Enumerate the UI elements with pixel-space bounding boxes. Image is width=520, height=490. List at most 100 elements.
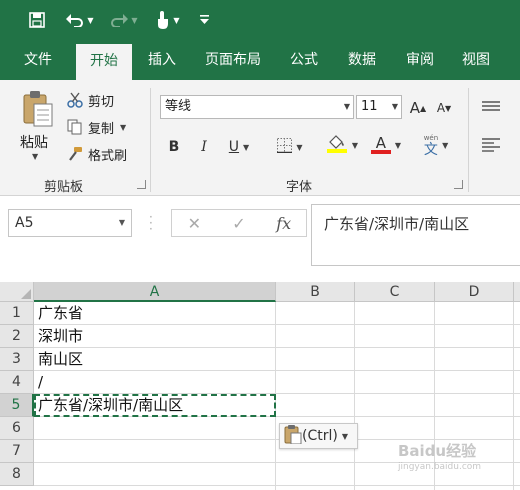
italic-button[interactable]: I <box>194 136 214 158</box>
tab-data[interactable]: 数据 <box>338 40 386 80</box>
chevron-down-icon: ▼ <box>351 140 359 150</box>
paste-dropdown-icon[interactable]: ▼ <box>32 152 38 161</box>
column-header-c[interactable]: C <box>355 282 435 302</box>
row-header-1[interactable]: 1 <box>0 302 34 325</box>
chevron-down-icon: ▼ <box>341 431 348 441</box>
font-color-icon: A <box>370 134 391 154</box>
group-divider <box>468 88 469 192</box>
gridline <box>34 370 520 371</box>
tab-home[interactable]: 开始 <box>76 44 132 80</box>
tab-view[interactable]: 视图 <box>452 40 500 80</box>
undo-icon[interactable]: ▼ <box>62 10 98 30</box>
shrink-font-button[interactable]: A ▼ <box>434 97 454 119</box>
tab-file[interactable]: 文件 <box>12 40 64 80</box>
formula-input[interactable]: 广东省/深圳市/南山区 <box>311 204 520 266</box>
phonetic-label: 文 <box>423 142 438 158</box>
grow-font-button[interactable]: A ▲ <box>408 97 428 119</box>
enter-icon[interactable]: ✓ <box>217 214 262 233</box>
row-header-6[interactable]: 6 <box>0 417 34 440</box>
formula-bar: A5 ▼ · · · ✕ ✓ fx 广东省/深圳市/南山区 <box>0 196 520 282</box>
cell-a4[interactable]: / <box>38 371 43 394</box>
align-left-icon[interactable] <box>482 138 500 156</box>
row-header-2[interactable]: 2 <box>0 325 34 348</box>
ribbon-tabs: 文件 开始 插入 页面布局 公式 数据 审阅 视图 <box>0 40 520 80</box>
row-header-8[interactable]: 8 <box>0 463 34 486</box>
tab-insert[interactable]: 插入 <box>138 40 186 80</box>
clipboard-group-label: 剪贴板 <box>44 180 84 195</box>
grow-font-label: A <box>409 99 421 117</box>
cut-button[interactable]: 剪切 <box>66 90 114 110</box>
format-painter-icon <box>66 145 84 163</box>
clipboard-launcher-icon[interactable] <box>137 180 146 189</box>
phonetic-button[interactable]: wén 文 ▼ <box>416 133 456 157</box>
borders-icon <box>277 137 293 157</box>
cancel-icon[interactable]: ✕ <box>172 214 217 233</box>
borders-button[interactable]: ▼ <box>270 136 310 158</box>
format-painter-label: 格式刷 <box>88 148 128 164</box>
copy-label: 复制 <box>88 121 115 137</box>
font-name-value: 等线 <box>165 99 192 114</box>
font-color-label: A <box>375 134 387 152</box>
caret-down-icon: ▼ <box>445 103 452 113</box>
quick-access-toolbar: ▼ ▼ ▼ <box>0 0 520 40</box>
column-header-e[interactable] <box>514 282 520 302</box>
row-header-5[interactable]: 5 <box>0 394 34 417</box>
select-all-button[interactable] <box>0 282 34 302</box>
copy-button[interactable]: 复制 ▼ <box>66 117 126 137</box>
name-box-value: A5 <box>15 215 34 231</box>
copy-icon <box>66 118 84 136</box>
gridline <box>34 485 520 486</box>
gridline <box>34 324 520 325</box>
column-header-d[interactable]: D <box>435 282 514 302</box>
cell-a3[interactable]: 南山区 <box>38 348 83 371</box>
row-header-7[interactable]: 7 <box>0 440 34 463</box>
paste-button[interactable]: 粘贴 <box>20 132 48 152</box>
insert-function-button[interactable]: fx <box>261 214 306 233</box>
chevron-down-icon: ▼ <box>118 218 125 227</box>
chevron-down-icon: ▼ <box>442 140 449 150</box>
paste-icon[interactable] <box>22 90 54 128</box>
watermark-url: jingyan.baidu.com <box>398 462 482 472</box>
ribbon-home: 粘贴 ▼ 剪切 复制 ▼ 格式刷 剪贴板 等线 ▼ 11 ▼ A ▲ A ▼ B I <box>0 80 520 196</box>
underline-button[interactable]: U ▼ <box>222 136 256 158</box>
shrink-font-label: A <box>436 101 446 115</box>
chevron-down-icon: ▼ <box>243 142 250 152</box>
column-header-b[interactable]: B <box>276 282 355 302</box>
row-header-4[interactable]: 4 <box>0 371 34 394</box>
align-top-icon[interactable] <box>482 100 500 115</box>
column-header-a[interactable]: A <box>34 282 276 302</box>
redo-icon[interactable]: ▼ <box>106 10 142 30</box>
watermark-logo: Baidu经验 <box>398 442 477 460</box>
customize-qat-icon[interactable] <box>196 10 212 30</box>
drag-handle-icon[interactable]: · · · <box>149 211 153 235</box>
name-box[interactable]: A5 ▼ <box>8 209 132 237</box>
font-color-button[interactable]: A ▼ <box>366 134 406 156</box>
tab-page-layout[interactable]: 页面布局 <box>196 40 270 80</box>
font-launcher-icon[interactable] <box>454 180 463 189</box>
paste-options-button[interactable]: (Ctrl) ▼ <box>279 423 358 449</box>
font-size-select[interactable]: 11 ▼ <box>356 95 402 119</box>
chevron-down-icon: ▼ <box>343 102 350 111</box>
phonetic-icon: wén 文 <box>424 133 438 157</box>
gridline <box>34 347 520 348</box>
group-divider <box>150 88 151 192</box>
cell-a1[interactable]: 广东省 <box>38 302 83 325</box>
save-icon[interactable] <box>26 10 48 30</box>
format-painter-button[interactable]: 格式刷 <box>66 144 127 164</box>
copy-dropdown-icon[interactable]: ▼ <box>120 123 126 132</box>
underline-label: U <box>228 139 240 155</box>
font-size-value: 11 <box>361 99 378 114</box>
row-header-3[interactable]: 3 <box>0 348 34 371</box>
chevron-down-icon: ▼ <box>296 142 303 152</box>
cut-label: 剪切 <box>88 94 115 110</box>
tab-formulas[interactable]: 公式 <box>280 40 328 80</box>
touch-mode-icon[interactable]: ▼ <box>150 10 186 30</box>
formula-buttons: ✕ ✓ fx <box>171 209 307 237</box>
bold-button[interactable]: B <box>164 136 184 158</box>
tab-review[interactable]: 审阅 <box>396 40 444 80</box>
paste-options-label: (Ctrl) <box>302 428 338 444</box>
font-name-select[interactable]: 等线 ▼ <box>160 95 354 119</box>
fill-color-button[interactable]: ▼ <box>322 134 362 156</box>
cell-a2[interactable]: 深圳市 <box>38 325 83 348</box>
font-group-label: 字体 <box>286 180 313 195</box>
